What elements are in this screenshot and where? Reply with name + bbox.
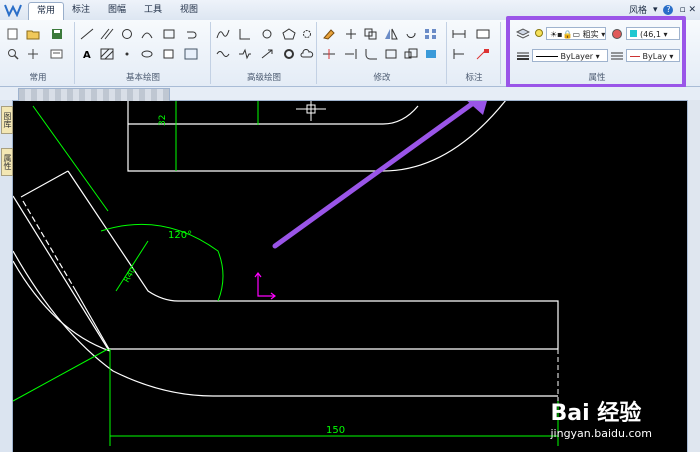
top-part-geometry [127, 101, 506, 172]
extend-icon[interactable] [344, 48, 358, 60]
crosshair-cursor [296, 101, 326, 121]
ellipse-icon[interactable] [140, 48, 154, 60]
wave-line-icon[interactable] [216, 48, 230, 60]
new-file-icon[interactable] [6, 28, 20, 40]
offset-icon[interactable] [384, 48, 398, 60]
group-annotate: 标注 [448, 22, 501, 84]
arc-icon[interactable] [140, 28, 154, 40]
app-logo-icon[interactable] [4, 3, 22, 17]
save-icon[interactable] [50, 28, 64, 40]
group-label-annotate: 标注 [465, 73, 483, 83]
fillet-icon[interactable] [364, 48, 378, 60]
drawing-canvas[interactable]: 32 120° R40 150 Bai 经验 jingyan.baidu.com [13, 101, 688, 452]
trim-icon[interactable] [322, 48, 336, 60]
properties-icon[interactable] [50, 48, 64, 60]
annotation-arrow [272, 101, 481, 249]
window-controls-icon[interactable]: ▫ ✕ [679, 5, 696, 15]
side-tab-library[interactable]: 图库 [1, 106, 13, 134]
svg-text:A: A [83, 50, 91, 60]
copy-icon[interactable] [364, 28, 378, 40]
dimension-lines [13, 105, 559, 446]
hatch-icon[interactable] [100, 48, 114, 60]
side-tab-properties[interactable]: 属性 [1, 148, 13, 176]
group-label-basic-draw: 基本绘图 [125, 73, 160, 83]
line-icon[interactable] [80, 28, 94, 40]
group-common: 常用 [2, 22, 75, 84]
table-icon[interactable] [476, 28, 490, 40]
insert-image-icon[interactable] [184, 48, 198, 60]
dim-text-angle: 120° [168, 230, 192, 241]
tab-tools[interactable]: 工具 [136, 2, 170, 19]
pan-icon[interactable] [26, 48, 40, 60]
left-side-panel: 图库 属性 [0, 100, 13, 452]
text-icon[interactable]: A [80, 48, 94, 60]
dim-text-radius: R40 [122, 266, 138, 284]
watermark-url: jingyan.baidu.com [550, 427, 652, 440]
open-file-icon[interactable] [26, 28, 40, 40]
group-modify: 修改 [318, 22, 447, 84]
dim-text-top: 32 [158, 115, 168, 126]
tab-sheet[interactable]: 图幅 [100, 2, 134, 19]
bent-part-geometry [13, 170, 559, 397]
group-label-advanced-draw: 高级绘图 [246, 73, 281, 83]
scale-icon[interactable] [404, 48, 418, 60]
dropdown-icon[interactable]: ▾ [653, 5, 658, 15]
break-line-icon[interactable] [238, 48, 252, 60]
rectangle-icon[interactable] [162, 28, 176, 40]
watermark-brand: Bai 经验 [550, 401, 642, 426]
ucs-icon [254, 272, 276, 300]
document-tab[interactable] [18, 88, 170, 101]
donut-icon[interactable] [282, 48, 296, 60]
zoom-icon[interactable] [6, 48, 20, 60]
cloud-icon[interactable] [300, 48, 314, 60]
undo-icon[interactable] [184, 28, 198, 40]
arrow-icon[interactable] [260, 48, 274, 60]
leader-icon[interactable] [476, 48, 490, 60]
tab-common[interactable]: 常用 [28, 2, 65, 20]
parallel-line-icon[interactable] [100, 28, 114, 40]
style-menu[interactable]: 风格 [629, 3, 647, 16]
watermark: Bai 经验 jingyan.baidu.com [550, 395, 652, 440]
group-advanced-draw: 高级绘图 [212, 22, 317, 84]
dimension-icon[interactable] [452, 28, 466, 40]
tab-view[interactable]: 视图 [172, 2, 206, 19]
circle-icon[interactable] [120, 28, 134, 40]
right-scrollbar[interactable] [687, 100, 700, 452]
gear-icon[interactable] [300, 28, 314, 40]
center-line-icon[interactable] [260, 28, 274, 40]
array-icon[interactable] [424, 28, 438, 40]
point-icon[interactable] [120, 48, 134, 60]
mirror-icon[interactable] [384, 28, 398, 40]
group-label-modify: 修改 [373, 73, 391, 83]
document-tab-bar [0, 87, 700, 101]
move-icon[interactable] [344, 28, 358, 40]
block-icon[interactable] [162, 48, 176, 60]
erase-icon[interactable] [322, 28, 336, 40]
group-basic-draw: A 基本绘图 [76, 22, 211, 84]
help-icon[interactable]: ? [663, 4, 674, 15]
explode-icon[interactable] [424, 48, 438, 60]
dim-text-length: 150 [326, 425, 345, 436]
angle-line-icon[interactable] [238, 28, 252, 40]
rotate-icon[interactable] [404, 28, 418, 40]
properties-highlight-box [506, 16, 686, 88]
spline-icon[interactable] [216, 28, 230, 40]
datum-icon[interactable] [452, 48, 466, 60]
polygon-icon[interactable] [282, 28, 296, 40]
tab-annotate[interactable]: 标注 [64, 2, 98, 19]
group-label-common: 常用 [29, 73, 47, 83]
